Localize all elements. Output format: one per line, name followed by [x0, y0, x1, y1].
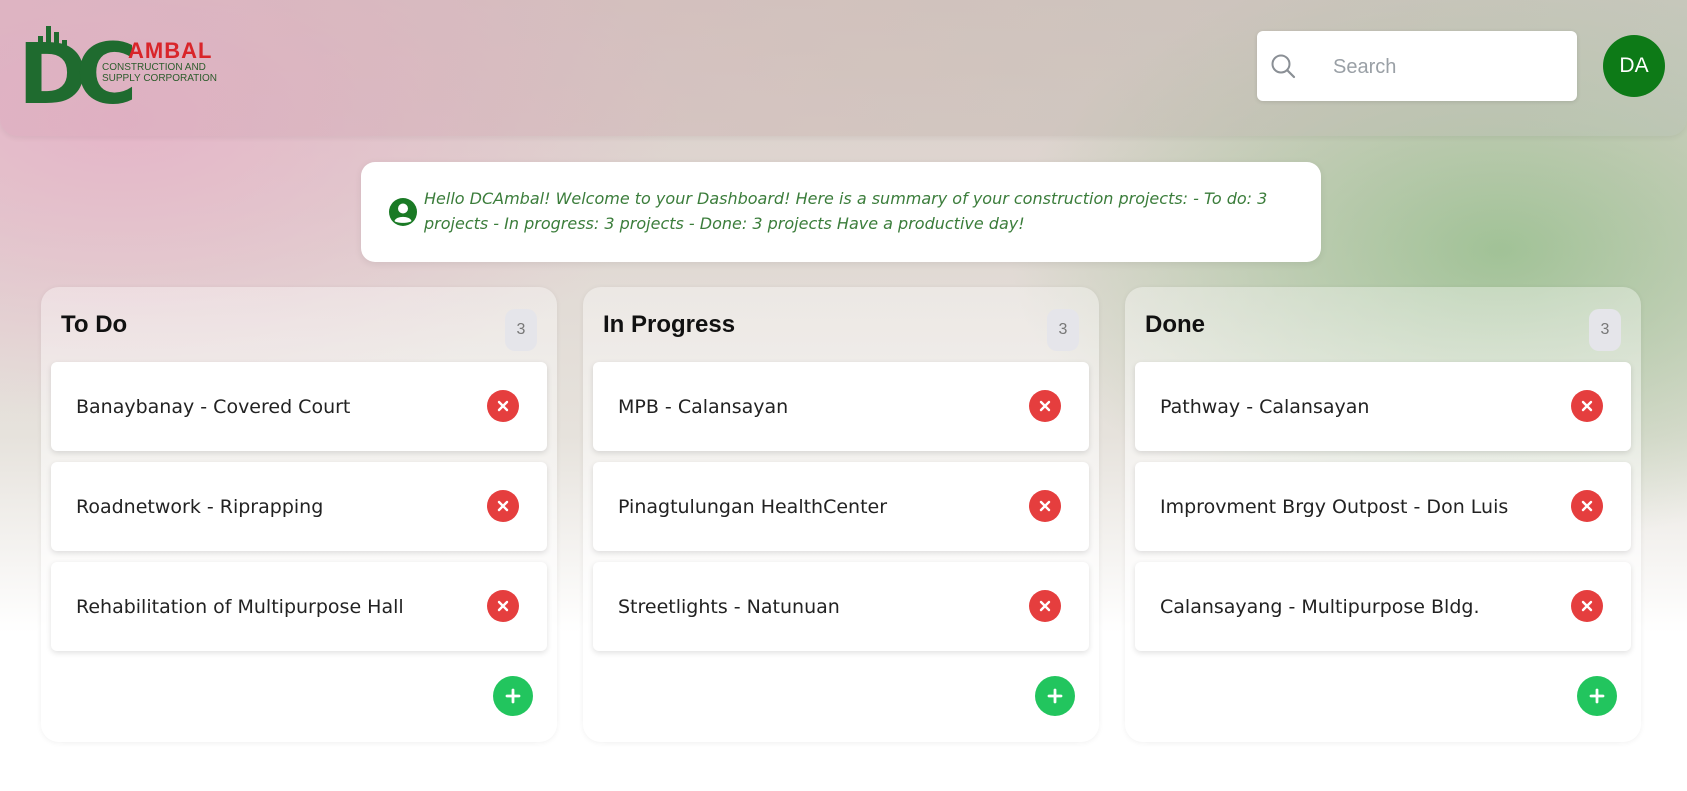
close-icon [1581, 500, 1593, 512]
task-card[interactable]: Pathway - Calansayan [1135, 362, 1631, 451]
close-icon [1039, 500, 1051, 512]
task-card[interactable]: Improvment Brgy Outpost - Don Luis [1135, 462, 1631, 551]
task-card[interactable]: Pinagtulungan HealthCenter [593, 462, 1089, 551]
user-avatar[interactable]: DA [1603, 35, 1665, 97]
close-icon [497, 400, 509, 412]
delete-task-button[interactable] [1571, 590, 1603, 622]
close-icon [1581, 600, 1593, 612]
task-card-label: Banaybanay - Covered Court [76, 395, 351, 418]
close-icon [1039, 400, 1051, 412]
logo-name: AMBAL [128, 38, 213, 63]
welcome-message: Hello DCAmbal! Welcome to your Dashboard… [424, 189, 1268, 233]
plus-icon [1047, 688, 1063, 704]
task-card-label: Rehabilitation of Multipurpose Hall [76, 595, 404, 618]
logo-subtitle-line1: CONSTRUCTION AND [102, 62, 206, 73]
task-card[interactable]: Banaybanay - Covered Court [51, 362, 547, 451]
task-card-label: Pathway - Calansayan [1160, 395, 1370, 418]
task-card-label: Roadnetwork - Riprapping [76, 495, 324, 518]
column-to-do: To Do 3 Banaybanay - Covered Court Roadn… [41, 287, 557, 742]
close-icon [497, 500, 509, 512]
column-title: In Progress [603, 311, 736, 338]
task-card[interactable]: Rehabilitation of Multipurpose Hall [51, 562, 547, 651]
delete-task-button[interactable] [487, 390, 519, 422]
plus-icon [505, 688, 521, 704]
delete-task-button[interactable] [487, 490, 519, 522]
delete-task-button[interactable] [1571, 490, 1603, 522]
task-card-label: Pinagtulungan HealthCenter [618, 495, 888, 518]
column-title: To Do [61, 311, 128, 338]
add-task-button[interactable] [493, 676, 533, 716]
logo-subtitle: CONSTRUCTION AND SUPPLY CORPORATION [102, 62, 242, 84]
plus-icon [1589, 688, 1605, 704]
task-card[interactable]: MPB - Calansayan [593, 362, 1089, 451]
column-in-progress: In Progress 3 MPB - Calansayan Pinagtulu… [583, 287, 1099, 742]
task-card-label: Improvment Brgy Outpost - Don Luis [1160, 495, 1509, 518]
column-done: Done 3 Pathway - Calansayan Improvment B… [1125, 287, 1641, 742]
delete-task-button[interactable] [1029, 490, 1061, 522]
delete-task-button[interactable] [1029, 390, 1061, 422]
task-card[interactable]: Streetlights - Natunuan [593, 562, 1089, 651]
add-task-button[interactable] [1035, 676, 1075, 716]
column-count-badge: 3 [1589, 309, 1621, 351]
close-icon [1039, 600, 1051, 612]
delete-task-button[interactable] [487, 590, 519, 622]
column-count-badge: 3 [1047, 309, 1079, 351]
column-count-badge: 3 [505, 309, 537, 351]
search-box[interactable] [1257, 31, 1577, 101]
user-circle-icon [389, 198, 417, 226]
add-task-button[interactable] [1577, 676, 1617, 716]
task-card[interactable]: Calansayang - Multipurpose Bldg. [1135, 562, 1631, 651]
close-icon [1581, 400, 1593, 412]
column-title: Done [1145, 311, 1205, 338]
close-icon [497, 600, 509, 612]
delete-task-button[interactable] [1571, 390, 1603, 422]
company-logo[interactable]: DC AMBAL CONSTRUCTION AND SUPPLY CORPORA… [18, 22, 238, 116]
logo-subtitle-line2: SUPPLY CORPORATION [102, 73, 218, 84]
search-icon [1271, 54, 1296, 79]
top-header: DC AMBAL CONSTRUCTION AND SUPPLY CORPORA… [0, 0, 1687, 136]
task-card[interactable]: Roadnetwork - Riprapping [51, 462, 547, 551]
welcome-banner: Hello DCAmbal! Welcome to your Dashboard… [361, 162, 1321, 262]
task-card-label: Calansayang - Multipurpose Bldg. [1160, 595, 1480, 618]
search-input[interactable] [1331, 49, 1565, 85]
task-card-label: MPB - Calansayan [618, 395, 789, 418]
delete-task-button[interactable] [1029, 590, 1061, 622]
task-card-label: Streetlights - Natunuan [618, 595, 840, 618]
